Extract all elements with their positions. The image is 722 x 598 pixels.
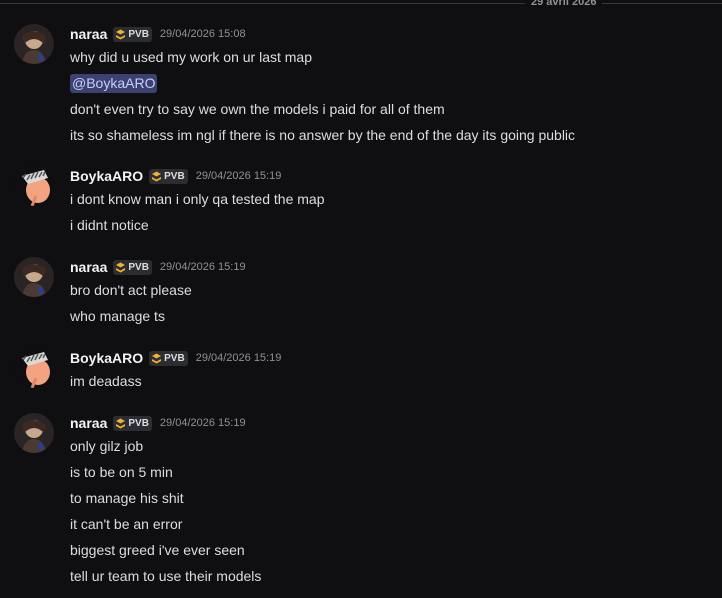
message-line: is to be on 5 min bbox=[70, 464, 173, 480]
avatar-boykaaro-image bbox=[14, 166, 54, 206]
timestamp: 29/04/2026 15:08 bbox=[159, 28, 246, 40]
message-header: naraa PVB 29/04/2026 15:19 bbox=[70, 413, 246, 433]
message-line: i didnt notice bbox=[70, 217, 149, 233]
message-line: who manage ts bbox=[70, 308, 165, 324]
server-tag-icon bbox=[116, 262, 126, 272]
message-line: don't even try to say we own the models … bbox=[70, 101, 445, 117]
message-body: why did u used my work on ur last map @B… bbox=[70, 44, 575, 148]
avatar-naraa-image bbox=[14, 413, 54, 453]
message-line: bro don't act please bbox=[70, 282, 192, 298]
message-line: biggest greed i've ever seen bbox=[70, 542, 245, 558]
date-divider-label: 29 avril 2026 bbox=[525, 0, 603, 8]
message-line: @BoykaARO bbox=[70, 70, 575, 96]
message-line: i dont know man i only qa tested the map bbox=[70, 191, 325, 207]
message-body: bro don't act please who manage ts bbox=[70, 277, 192, 329]
username[interactable]: naraa bbox=[70, 259, 107, 275]
server-tag[interactable]: PVB bbox=[149, 168, 188, 184]
message-line: it can't be an error bbox=[70, 516, 183, 532]
avatar-naraa[interactable] bbox=[14, 413, 54, 453]
username[interactable]: BoykaARO bbox=[70, 168, 143, 184]
avatar-naraa[interactable] bbox=[14, 24, 54, 64]
message-line: im deadass bbox=[70, 373, 142, 389]
message-body: i dont know man i only qa tested the map… bbox=[70, 186, 324, 238]
username[interactable]: naraa bbox=[70, 26, 107, 42]
timestamp: 29/04/2026 15:19 bbox=[159, 417, 246, 429]
message-header: naraa PVB 29/04/2026 15:19 bbox=[70, 257, 246, 277]
server-tag[interactable]: PVB bbox=[113, 259, 152, 275]
user-mention[interactable]: @BoykaARO bbox=[70, 74, 158, 93]
date-divider: 29 avril 2026 bbox=[0, 0, 722, 8]
message-line: why did u used my work on ur last map bbox=[70, 49, 312, 65]
avatar-naraa-image bbox=[14, 24, 54, 64]
timestamp: 29/04/2026 15:19 bbox=[195, 170, 282, 182]
timestamp: 29/04/2026 15:19 bbox=[159, 261, 246, 273]
avatar-boykaaro-image bbox=[14, 348, 54, 388]
message-body: only gilz job is to be on 5 min to manag… bbox=[70, 433, 261, 589]
server-tag-icon bbox=[116, 418, 126, 428]
server-tag-icon bbox=[152, 171, 162, 181]
message-line: tell ur team to use their models bbox=[70, 568, 262, 584]
message-header: BoykaARO PVB 29/04/2026 15:19 bbox=[70, 348, 281, 368]
message-header: naraa PVB 29/04/2026 15:08 bbox=[70, 24, 246, 44]
message-body: im deadass bbox=[70, 368, 142, 394]
avatar-boykaaro[interactable] bbox=[14, 166, 54, 206]
server-tag-label: PVB bbox=[164, 170, 185, 182]
server-tag-icon bbox=[116, 29, 126, 39]
timestamp: 29/04/2026 15:19 bbox=[195, 352, 282, 364]
server-tag-label: PVB bbox=[128, 417, 149, 429]
username[interactable]: naraa bbox=[70, 415, 107, 431]
message-header: BoykaARO PVB 29/04/2026 15:19 bbox=[70, 166, 281, 186]
server-tag[interactable]: PVB bbox=[113, 415, 152, 431]
message-line: only gilz job bbox=[70, 438, 144, 454]
username[interactable]: BoykaARO bbox=[70, 350, 143, 366]
chat-log: 29 avril 2026 naraa PVB 29/04/2026 15:08 bbox=[0, 0, 722, 598]
message-line: its so shameless im ngl if there is no a… bbox=[70, 127, 576, 143]
server-tag-label: PVB bbox=[164, 352, 185, 364]
avatar-naraa-image bbox=[14, 257, 54, 297]
server-tag-icon bbox=[152, 353, 162, 363]
avatar-boykaaro[interactable] bbox=[14, 348, 54, 388]
server-tag-label: PVB bbox=[128, 261, 149, 273]
message-line: to manage his shit bbox=[70, 490, 184, 506]
server-tag[interactable]: PVB bbox=[113, 26, 152, 42]
avatar-naraa[interactable] bbox=[14, 257, 54, 297]
server-tag-label: PVB bbox=[128, 28, 149, 40]
server-tag[interactable]: PVB bbox=[149, 350, 188, 366]
